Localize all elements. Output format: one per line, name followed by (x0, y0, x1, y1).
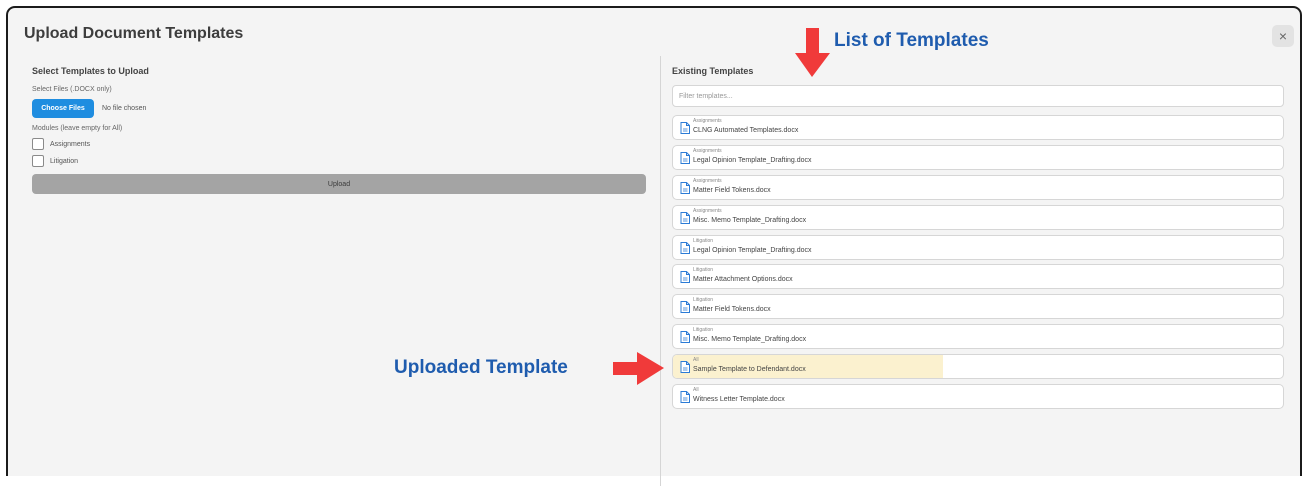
uploaded-arrow-icon (613, 352, 664, 385)
list-arrow-icon (795, 28, 830, 77)
uploaded-template-callout: Uploaded Template (394, 357, 568, 378)
list-of-templates-callout: List of Templates (834, 30, 989, 51)
annotation-layer (613, 28, 830, 385)
